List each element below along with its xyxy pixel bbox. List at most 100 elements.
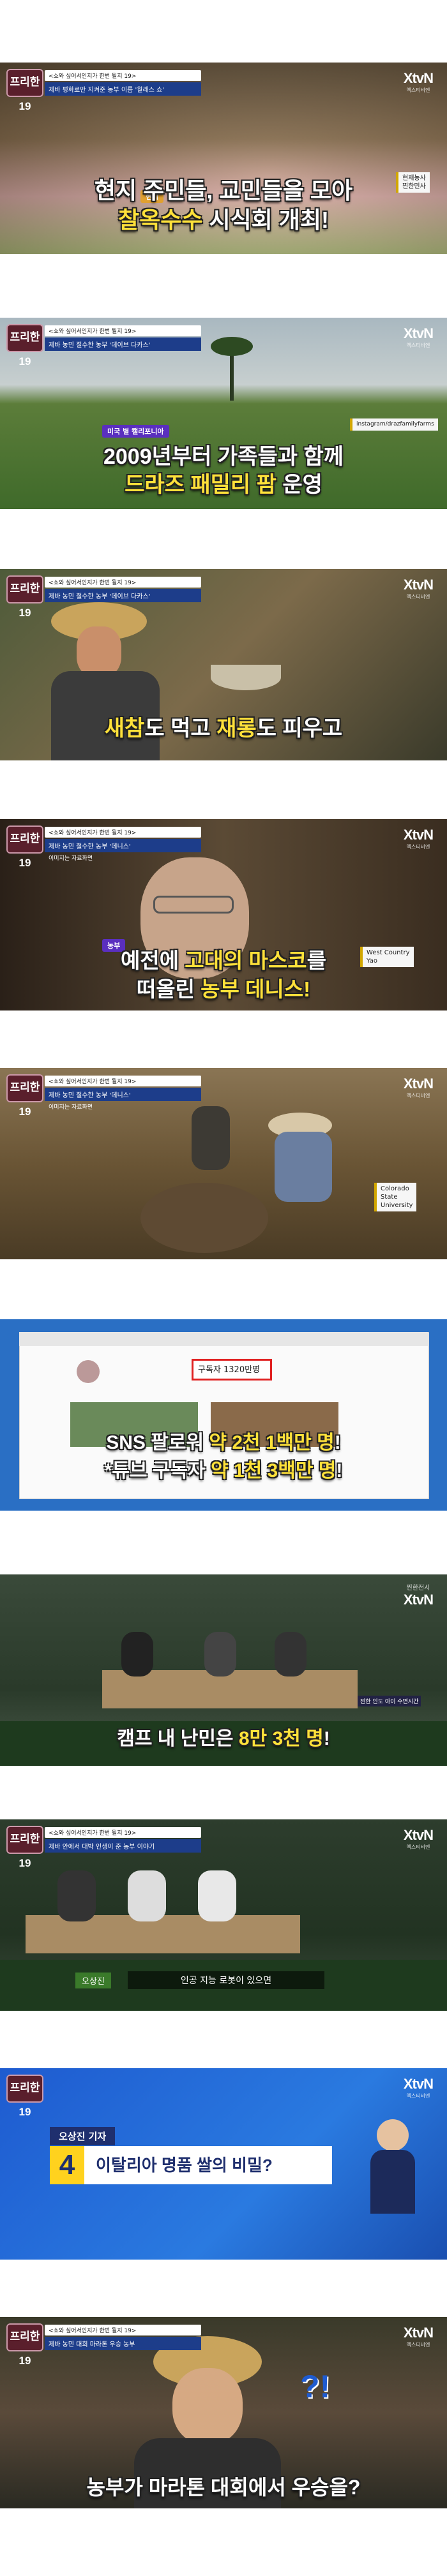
ticker-top: <쇼와 싶어서인지가 한번 될지 19> [45,1076,201,1086]
show-logo: 프리한19 [6,69,43,112]
ticker: <쇼와 싶어서인지가 한번 될지 19> 제바 평화로만 지켜준 농부 이름 '… [45,70,201,96]
host-2 [128,1870,166,1921]
caption-mid: 도 먹고 [144,716,217,741]
panel-3: 프리한19 <쇼와 싶어서인지가 한번 될지 19> 제바 농민 절수한 농부 … [0,569,447,760]
channel-sub: 엑스티비엔 [406,1844,430,1850]
channel-logo: XtvN 엑스티비엔 [403,577,434,600]
ticker-bottom: 제바 농민 절수한 농부 '데니스' [45,1088,201,1101]
side-tag: Colorado State University [374,1183,417,1211]
caption: 농부가 마라톤 대회에서 우승을? [86,2476,361,2499]
caption-highlight: 8만 3천 명 [238,1728,324,1749]
caption-line-1: SNS 팔로워 약 2천 1백만 명! [0,1426,447,1455]
location-tag: 미국 별 캘리포니아 [102,425,169,438]
ticker-bottom: 제바 농민 대회 마라톤 우승 농부 [45,2337,201,2350]
panel-8: 프리한19 <쇼와 싶어서인지가 한번 될지 19> 제바 안에서 대박 인생이… [0,1819,447,2011]
caption-c: *튜브 구독자 [104,1460,211,1481]
panel-1: 프리한19 <쇼와 싶어서인지가 한번 될지 19> 제바 평화로만 지켜준 농… [0,63,447,254]
channel-logo-text: XtvN [403,325,434,341]
caption-a: SNS 팔로워 [106,1432,209,1453]
caption-highlight-2: 재롱 [216,716,257,741]
channel-sub: 엑스티비엔 [406,87,430,93]
worker-1 [192,1106,230,1170]
worker-2 [275,1132,332,1202]
subtitle: 인공 지능 로봇이 있으면 [128,1971,324,1989]
channel-logo-text: XtvN [403,1592,434,1608]
caption-d: ! [336,1460,343,1481]
ticker: <쇼와 싶어서인지가 한번 될지 19> 제바 농민 절수한 농부 '데이브 다… [45,577,201,602]
host-face [172,2368,243,2445]
host-1 [57,1870,96,1921]
caption-b: ! [334,1432,341,1453]
channel-sub: 엑스티비엔 [406,2342,430,2348]
ticker-top: <쇼와 싶어서인지가 한번 될지 19> [45,577,201,588]
reporter-body [370,2150,415,2214]
panel-10: 프리한19 <쇼와 싶어서인지가 한번 될지 19> 제바 농민 대회 마라톤 … [0,2317,447,2508]
caption-highlight-1: 새참 [104,716,145,741]
channel-logo-text: XtvN [403,2325,434,2341]
caption-line-1: 예전에 고대의 마스코를 [0,944,447,974]
sub-label: 찐한 인도 아이 수면시간 [358,1696,421,1706]
channel-logo: XtvN 엑스티비엔 [404,1076,434,1099]
title-box: 이탈리아 명품 쌀의 비밀? [84,2146,332,2184]
caption-highlight-2: 약 1천 3백만 명 [210,1460,337,1481]
sub-label: 이미지는 자료화면 [49,855,93,862]
panel-4: 프리한19 <쇼와 싶어서인지가 한번 될지 19> 제바 농민 절수한 농부 … [0,819,447,1010]
panel-5: 프리한19 <쇼와 싶어서인지가 한번 될지 19> 제바 농민 절수한 농부 … [0,1068,447,1259]
caption-line-2: 떠올린 농부 데니스! [0,972,447,1003]
panel-7: 찐한전시 XtvN 찐한 인도 아이 수면시간 캠프 내 난민은 8만 3천 명! [0,1574,447,1766]
reporter-badge: 오상진 기자 [50,2127,116,2145]
ticker-bottom: 제바 농민 절수한 농부 '데이브 다카스' [45,337,201,351]
channel-logo-text: XtvN [403,577,434,593]
caption-highlight: 드라즈 패밀리 팜 [125,473,277,497]
show-logo: 프리한19 [6,825,43,869]
rank-number: 4 [50,2146,84,2184]
question-badge: ?! [300,2369,331,2404]
ticker: <쇼와 싶어서인지가 한번 될지 19> 제바 안에서 대박 인생이 준 농부 … [45,1827,201,1853]
channel-top: 찐한전시 [406,1585,430,1592]
channel-logo: XtvN 엑스티비엔 [403,325,434,349]
farmer-head [77,626,121,677]
caption-highlight: 찰옥수수 [117,207,203,233]
sub-label: 이미지는 자료화면 [49,1104,93,1111]
channel-sub: 엑스티비엔 [406,1093,430,1099]
boulder [140,1183,268,1253]
channel-logo: XtvN 엑스티비엔 [403,2076,434,2099]
caption-highlight-1: 고대의 마스코 [185,949,307,972]
caption-line-2: 드라즈 패밀리 팜 운영 [0,467,447,498]
channel-sub: 엑스티비엔 [406,594,430,600]
channel-logo-text: XtvN [403,2076,434,2092]
ticker-top: <쇼와 싶어서인지가 한번 될지 19> [45,2325,201,2335]
side-tag: instagram/drazfamilyfarms [350,418,438,431]
ticker: <쇼와 싶어서인지가 한번 될지 19> 제바 농민 절수한 농부 '데니스' … [45,827,201,863]
caption-line-2: *튜브 구독자 약 1천 3백만 명! [0,1455,447,1483]
caption: 새참도 먹고 재롱도 피우고 [0,711,447,742]
reporter-avatar [377,2119,409,2151]
show-logo: 프리한19 [6,1074,43,1118]
ticker: <쇼와 싶어서인지가 한번 될지 19> 제바 농민 절수한 농부 '데이브 다… [45,325,201,351]
channel-sub: 엑스티비엔 [406,343,430,348]
channel-logo-text: XtvN [403,827,434,843]
host-3 [275,1632,307,1677]
channel-sub: 엑스티비엔 [406,2093,430,2099]
caption-b: ! [323,1728,330,1749]
caption-highlight-2: 농부 데니스! [201,977,311,1001]
channel-logo: 찐한전시 XtvN [403,1582,434,1608]
caption-highlight-1: 약 2천 1백만 명 [209,1432,335,1453]
host-3 [198,1870,236,1921]
caption-line-1: 2009년부터 가족들과 함께 [103,445,344,469]
caption-rest: 운영 [276,473,322,497]
channel-avatar [77,1360,100,1383]
caption-a: 캠프 내 난민은 [117,1728,239,1749]
channel-logo-text: XtvN [403,70,434,86]
ticker-top: <쇼와 싶어서인지가 한번 될지 19> [45,70,201,81]
caption-end: 도 피우고 [256,716,343,741]
channel-sub: 엑스티비엔 [406,844,430,850]
panel-6: 구독자 1320만명 SNS 팔로워 약 2천 1백만 명! *튜브 구독자 약… [0,1319,447,1511]
ticker-bottom: 제바 농민 절수한 농부 '데이브 다카스' [45,589,201,602]
caption-line-2: 찰옥수수 시식회 개최! [0,202,447,235]
channel-logo: XtvN 엑스티비엔 [403,70,434,94]
show-logo: 프리한19 [6,324,43,367]
channel-logo: XtvN 엑스티비엔 [403,827,434,850]
caption: 캠프 내 난민은 8만 3천 명! [0,1722,447,1751]
caption-b: 를 [307,949,326,972]
